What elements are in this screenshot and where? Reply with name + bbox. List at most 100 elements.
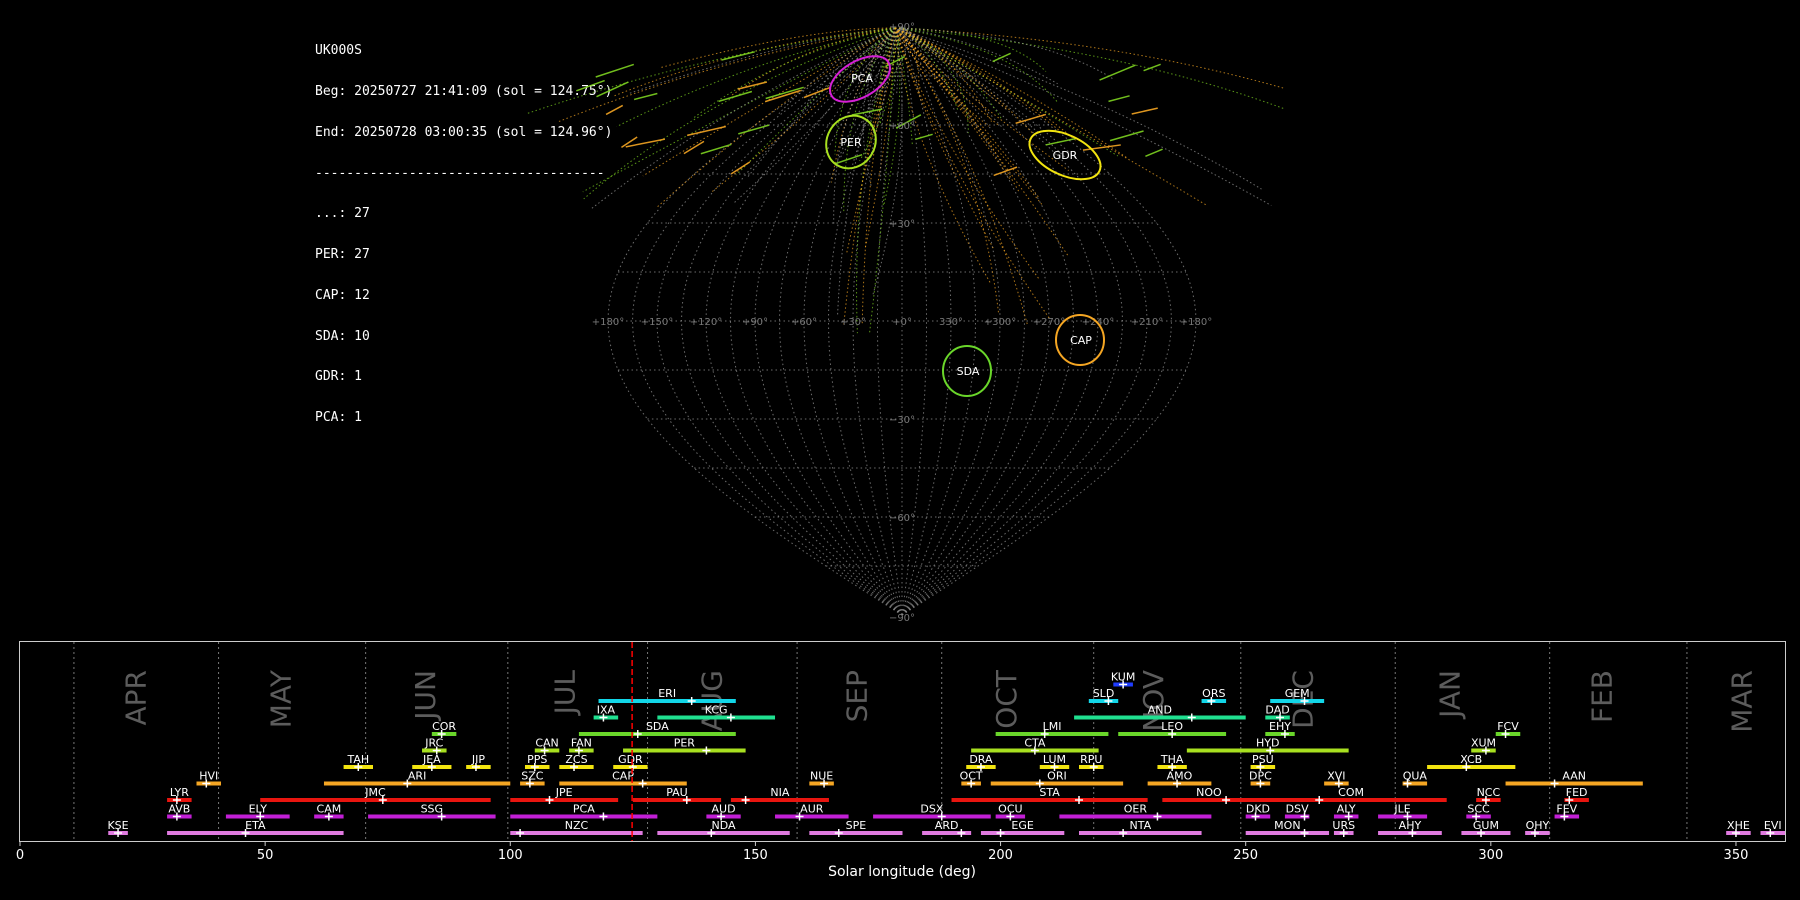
shower-rpu: RPU [1079,753,1104,771]
shower-code-label: SSG [421,803,444,816]
shower-nda: NDA [657,819,790,837]
shower-xcb: XCB [1427,753,1516,771]
meteor-streak [605,104,624,116]
shower-code-label: CAM [317,803,342,816]
shower-dad: DAD [1265,704,1290,722]
shower-dsx: DSX [873,803,991,821]
meteor-track [894,27,959,110]
shower-hvi: HVI [196,770,222,788]
shower-code-label: URS [1332,819,1355,832]
longitude-label: +60° [791,317,817,328]
longitude-label: +150° [641,317,673,328]
shower-code-label: COR [432,720,456,733]
meteor-streak [1099,64,1136,81]
shower-timeline-chart: APR MAY JUN JUL AUG SEP OCT NOV DEC JAN FEB MAR KUM… [16,641,1786,880]
latitude-label: +60° [889,121,915,132]
shower-cta: CTA [971,737,1099,755]
month-label: FEB [1586,670,1619,723]
meteor-track [894,27,1262,190]
shower-code-label: PCA [573,803,595,816]
shower-code-label: SDA [646,720,669,733]
meteor-track [557,27,896,123]
meteor-track [894,27,1050,319]
meteor-track [894,27,999,313]
shower-tah: TAH [343,753,373,771]
shower-scc: SCC [1466,803,1491,821]
shower-code-label: FAN [571,737,592,750]
shower-code-label: ARI [408,770,426,783]
shower-amo: AMO [1147,770,1212,788]
x-axis-label: Solar longitude (deg) [828,864,976,880]
shower-fan: FAN [569,737,594,755]
shower-code-label: STA [1039,786,1060,799]
shower-dsv: DSV [1284,803,1310,821]
shower-spe: SPE [809,819,903,837]
longitude-label: +180° [1180,317,1212,328]
shower-code-label: JLE [1393,803,1410,816]
shower-avb: AVB [167,803,192,821]
x-axis-ticks: 0 50 100 150 200 250 300 350 [16,841,1748,863]
shower-code-label: AHY [1399,819,1422,832]
shower-code-label: DSV [1286,803,1309,816]
shower-hyd: HYD [1186,737,1349,755]
shower-code-label: CAP [612,770,634,783]
meteor-track [894,27,1128,159]
meteor-streak [700,143,732,155]
shower-gum: GUM [1461,819,1511,837]
shower-code-label: EGE [1011,819,1033,832]
meteor-streak [851,108,883,116]
month-label: APR [120,670,153,726]
shower-code-label: HYD [1256,737,1279,750]
meteor-streak [633,92,658,101]
shower-code-label: ARD [935,819,959,832]
shower-code-label: PAU [666,786,688,799]
meteor-streak [596,81,629,98]
meteor-track [894,27,1207,206]
meteor-track [894,27,1041,281]
shower-code-label: FCV [1497,720,1519,733]
shower-code-label: NDA [712,819,737,832]
shower-fev: FEV [1554,803,1580,821]
meteor-track [894,27,1020,193]
shower-xvi: XVI [1324,770,1349,788]
shower-sld: SLD [1088,687,1119,705]
shower-code-label: XCB [1460,753,1482,766]
shower-code-label: JMC [364,786,386,799]
shower-code-label: SLD [1093,687,1115,700]
shower-ari: ARI [323,770,511,788]
meteor-track [894,27,1070,258]
shower-ors: ORS [1201,687,1227,705]
meteor-track [894,27,1028,325]
longitude-label: +90° [742,317,768,328]
shower-code-label: GDR [618,753,643,766]
longitude-label: +120° [690,317,722,328]
shower-code-label: GUM [1473,819,1499,832]
shower-code-label: ORI [1047,770,1067,783]
shower-code-label: XUM [1471,737,1496,750]
shower-code-label: ORS [1202,687,1225,700]
shower-ocu: OCU [995,803,1026,821]
shower-leo: LEO [1118,720,1227,738]
shower-kse: KSE [107,819,129,837]
shower-noo: NOO [1162,786,1256,804]
month-label: JUN [409,670,442,722]
shower-code-label: CAN [535,737,558,750]
meteor-track [894,27,992,285]
shower-ssg: SSG [368,803,496,821]
latitude-label: +30° [889,219,915,230]
meteor-track [869,27,896,333]
shower-code-label: ZCS [565,753,587,766]
shower-code-label: IXA [597,704,616,717]
shower-ehy: EHY [1265,720,1295,738]
radiant-label: PCA [851,72,873,85]
shower-and: AND [1074,704,1246,722]
meteor-streak [686,125,727,137]
shower-code-label: COM [1338,786,1364,799]
shower-code-label: KUM [1111,671,1135,684]
x-tick-label: 150 [743,848,768,863]
shower-ard: ARD [922,819,972,837]
shower-code-label: AMO [1167,770,1193,783]
shower-fcv: FCV [1495,720,1521,738]
meteor-tracks [525,27,1285,334]
shower-code-label: LEO [1161,720,1183,733]
